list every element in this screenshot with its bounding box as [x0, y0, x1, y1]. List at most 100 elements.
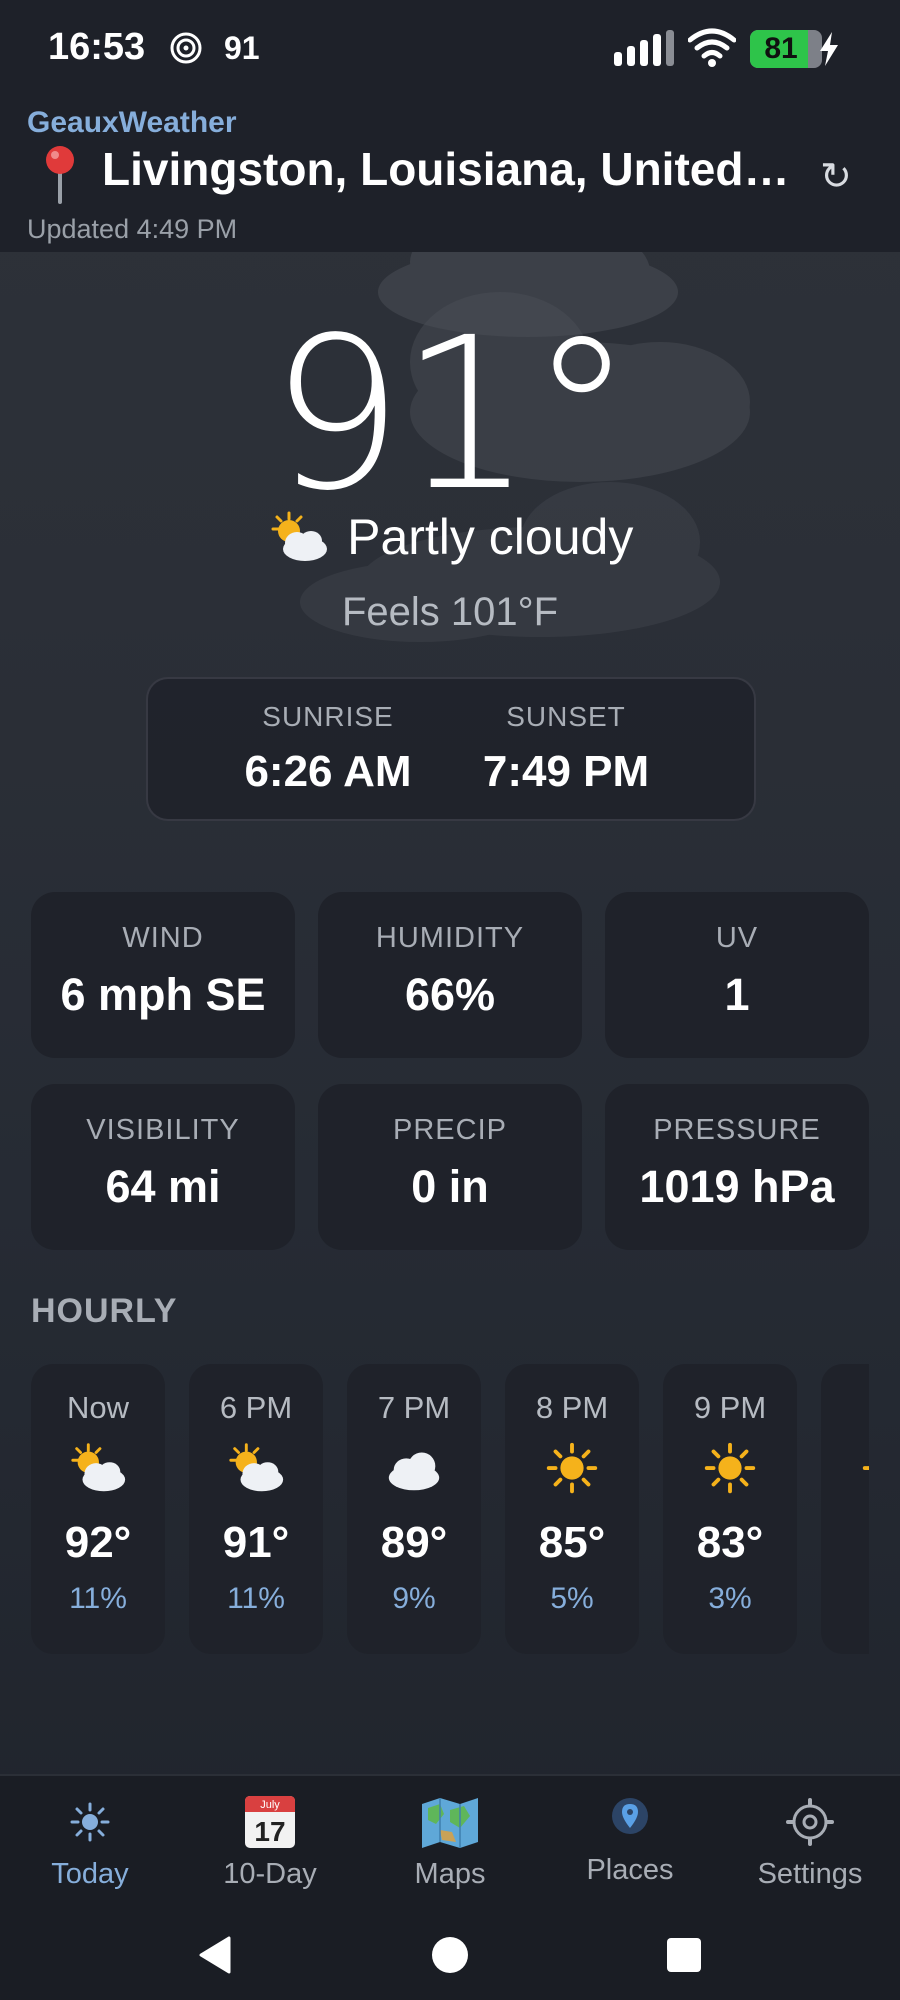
condition-text: Partly cloudy — [347, 509, 634, 565]
stat-label: WIND — [122, 922, 204, 954]
sun-icon — [546, 1442, 598, 1494]
charging-icon — [820, 32, 838, 66]
hourly-strip[interactable]: Now 92° 11% 6 PM 91° 11% 7 PM 89° 9% 8 P… — [31, 1364, 869, 1654]
hour-precip: 9% — [392, 1582, 436, 1615]
stat-label: UV — [715, 922, 759, 954]
hour-time: 10 — [821, 1390, 869, 1426]
battery-icon: 81 — [750, 30, 822, 68]
hourly-item[interactable]: 7 PM 89° 9% — [347, 1364, 481, 1654]
hour-time: 8 PM — [535, 1390, 609, 1425]
app-brand: GeauxWeather — [27, 106, 237, 139]
hour-time: 9 PM — [693, 1390, 767, 1425]
stat-value: 1019 hPa — [639, 1161, 835, 1212]
stat-label: HUMIDITY — [375, 922, 525, 954]
signal-icon — [614, 30, 674, 66]
sun-icon — [862, 1466, 869, 1470]
hourly-item[interactable]: 8 PM 85° 5% — [505, 1364, 639, 1654]
nav-maps[interactable]: Maps — [370, 1794, 530, 1891]
recents-icon[interactable] — [659, 1930, 709, 1980]
hour-time: 7 PM — [377, 1390, 451, 1425]
calendar-day: 17 — [254, 1816, 285, 1847]
stat-value: 66% — [404, 969, 496, 1020]
stat-precip: PRECIP 0 in — [318, 1084, 582, 1250]
status-bar: 16:53 91 81 — [0, 0, 900, 100]
location-pin-icon — [46, 146, 74, 204]
partly-cloudy-icon — [229, 1443, 284, 1492]
calendar-month: July — [260, 1799, 280, 1811]
updated-time: Updated 4:49 PM — [27, 214, 238, 244]
hourly-item[interactable]: 6 PM 91° 11% — [189, 1364, 323, 1654]
hourly-item[interactable]: 10 8 2 — [821, 1364, 869, 1654]
stat-label: VISIBILITY — [86, 1114, 240, 1146]
hurricane-icon — [170, 32, 202, 64]
stat-visibility: VISIBILITY 64 mi — [31, 1084, 295, 1250]
stat-label: PRECIP — [393, 1114, 507, 1146]
map-icon — [422, 1798, 478, 1848]
hour-temp: 91° — [222, 1518, 290, 1567]
status-temperature: 91 — [224, 30, 260, 66]
wifi-icon — [688, 28, 736, 67]
hour-precip: 11% — [69, 1582, 127, 1615]
sunrise-block: SUNRISE 6:26 AM — [218, 701, 438, 797]
current-temperature: 91° — [269, 292, 634, 537]
hourly-item[interactable]: Now 92° 11% — [31, 1364, 165, 1654]
hourly-item[interactable]: 9 PM 83° 3% — [663, 1364, 797, 1654]
partly-cloudy-icon — [271, 511, 327, 561]
weather-screen: 16:53 91 81 GeauxWeather Livingston, Lou… — [0, 0, 900, 2000]
cloud-icon — [388, 1452, 440, 1491]
stat-humidity: HUMIDITY 66% — [318, 892, 582, 1058]
sun-icon — [704, 1442, 756, 1494]
sun-times-card: SUNRISE 6:26 AM SUNSET 7:49 PM — [146, 677, 756, 821]
gear-icon — [786, 1798, 834, 1846]
nav-label: Settings — [757, 1858, 863, 1890]
app-header: GeauxWeather Livingston, Louisiana, Unit… — [0, 100, 900, 252]
stat-value: 64 mi — [105, 1161, 221, 1212]
nav-settings[interactable]: Settings — [730, 1794, 890, 1891]
location-title[interactable]: Livingston, Louisiana, United S… — [102, 142, 802, 196]
bottom-nav: Today July 17 10-Day Maps Places Setting… — [0, 1774, 900, 1910]
hour-precip: 11% — [227, 1582, 285, 1615]
stat-wind: WIND 6 mph SE — [31, 892, 295, 1058]
battery-level: 81 — [764, 32, 798, 65]
feels-like: Feels 101°F — [341, 590, 559, 634]
nav-today[interactable]: Today — [10, 1794, 170, 1891]
hour-time: 6 PM — [219, 1390, 293, 1425]
nav-10-day[interactable]: July 17 10-Day — [190, 1794, 350, 1891]
sunrise-time: 6:26 AM — [244, 747, 412, 796]
condition-row: Partly cloudy — [0, 508, 900, 566]
partly-cloudy-icon — [71, 1443, 126, 1492]
sun-icon — [70, 1802, 110, 1842]
hour-temp: 83° — [696, 1518, 764, 1567]
stat-pressure: PRESSURE 1019 hPa — [605, 1084, 869, 1250]
status-time: 16:53 — [48, 26, 146, 68]
hour-precip: 5% — [550, 1582, 594, 1615]
hour-precip: 3% — [708, 1582, 752, 1615]
stat-value: 1 — [724, 969, 750, 1020]
home-icon[interactable] — [425, 1930, 475, 1980]
hour-temp: 8 — [821, 1518, 869, 1568]
hour-temp: 92° — [64, 1518, 132, 1567]
hour-temp: 89° — [380, 1518, 448, 1567]
hour-time: Now — [66, 1390, 129, 1425]
nav-places[interactable]: Places — [550, 1790, 710, 1887]
sunset-time: 7:49 PM — [482, 747, 650, 796]
refresh-icon[interactable]: ↻ — [820, 154, 860, 198]
stat-uv: UV 1 — [605, 892, 869, 1058]
back-icon[interactable] — [191, 1930, 241, 1980]
hourly-title: HOURLY — [31, 1292, 178, 1330]
sunset-label: SUNSET — [506, 701, 626, 732]
places-pin-icon — [612, 1798, 648, 1834]
stat-label: PRESSURE — [653, 1114, 821, 1146]
nav-label: Maps — [414, 1858, 486, 1890]
stat-value: 6 mph SE — [60, 969, 266, 1020]
nav-label: Places — [586, 1854, 674, 1886]
hour-temp: 85° — [538, 1518, 606, 1567]
sunrise-label: SUNRISE — [262, 701, 394, 732]
stat-value: 0 in — [411, 1161, 489, 1212]
calendar-icon: July 17 — [245, 1796, 295, 1848]
nav-label: Today — [51, 1858, 129, 1890]
nav-label: 10-Day — [223, 1858, 317, 1890]
sunset-block: SUNSET 7:49 PM — [456, 701, 676, 797]
system-nav-bar — [0, 1910, 900, 2000]
hour-precip: 2 — [821, 1582, 869, 1616]
